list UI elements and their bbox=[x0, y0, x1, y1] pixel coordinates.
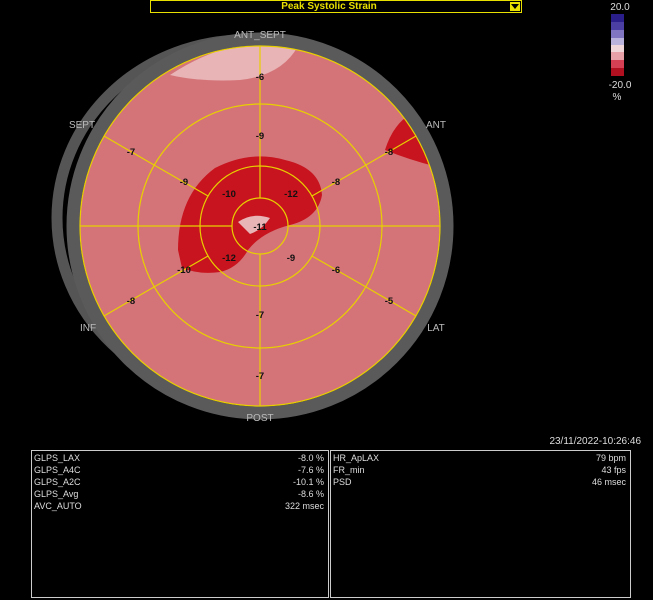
panel-row: AVC_AUTO 322 msec bbox=[32, 501, 328, 513]
segment-apex: -11 bbox=[253, 222, 267, 233]
segment-basal-ant: -8 bbox=[385, 147, 393, 158]
bullseye-plot: ANT_SEPT ANT SEPT INF LAT POST -6 -8 -5 … bbox=[51, 30, 454, 424]
direction-ant-sept: ANT_SEPT bbox=[234, 30, 286, 41]
row-label: FR_min bbox=[333, 465, 365, 475]
segment-basal-lat: -5 bbox=[385, 296, 394, 307]
row-label: GLPS_Avg bbox=[34, 489, 79, 499]
row-label: PSD bbox=[333, 477, 352, 487]
row-value: -8.0 % bbox=[297, 453, 324, 463]
segment-mid-inf: -10 bbox=[177, 265, 191, 276]
direction-inf: INF bbox=[80, 323, 96, 334]
segment-apical-ant: -12 bbox=[284, 189, 298, 200]
segment-basal-post: -7 bbox=[256, 371, 264, 382]
row-value: 43 fps bbox=[601, 465, 626, 475]
segment-mid-post: -7 bbox=[256, 310, 264, 321]
segment-mid-ant-sept: -9 bbox=[256, 131, 264, 142]
row-label: GLPS_A2C bbox=[34, 477, 81, 487]
segment-basal-sept: -7 bbox=[127, 147, 135, 158]
direction-lat: LAT bbox=[427, 323, 445, 334]
panel-row: GLPS_A4C -7.6 % bbox=[32, 465, 328, 477]
panel-row: PSD 46 msec bbox=[331, 477, 630, 489]
direction-sept: SEPT bbox=[69, 120, 95, 131]
segment-apical-lat: -9 bbox=[287, 253, 295, 264]
panel-row: GLPS_Avg -8.6 % bbox=[32, 489, 328, 501]
row-value: 322 msec bbox=[284, 501, 324, 511]
panel-row: GLPS_A2C -10.1 % bbox=[32, 477, 328, 489]
row-label: GLPS_LAX bbox=[34, 453, 81, 463]
direction-post: POST bbox=[246, 413, 273, 424]
panel-row: HR_ApLAX 79 bpm bbox=[331, 453, 630, 465]
segment-apical-sept: -10 bbox=[222, 189, 236, 200]
timestamp: 23/11/2022-10:26:46 bbox=[549, 436, 641, 447]
segment-basal-ant-sept: -6 bbox=[256, 72, 264, 83]
segment-basal-inf: -8 bbox=[127, 296, 135, 307]
panel-row: FR_min 43 fps bbox=[331, 465, 630, 477]
segment-mid-lat: -6 bbox=[332, 265, 340, 276]
acquisition-info-panel: HR_ApLAX 79 bpm FR_min 43 fps PSD 46 mse… bbox=[330, 450, 631, 598]
row-value: 79 bpm bbox=[595, 453, 626, 463]
global-strain-panel: GLPS_LAX -8.0 % GLPS_A4C -7.6 % GLPS_A2C… bbox=[31, 450, 329, 598]
segment-mid-ant: -8 bbox=[332, 177, 340, 188]
row-label: AVC_AUTO bbox=[34, 501, 82, 511]
segment-apical-inf: -12 bbox=[222, 253, 236, 264]
row-value: -10.1 % bbox=[292, 477, 324, 487]
row-label: HR_ApLAX bbox=[333, 453, 380, 463]
row-value: 46 msec bbox=[591, 477, 626, 487]
row-label: GLPS_A4C bbox=[34, 465, 81, 475]
direction-ant: ANT bbox=[426, 120, 446, 131]
panel-row: GLPS_LAX -8.0 % bbox=[32, 453, 328, 465]
row-value: -7.6 % bbox=[297, 465, 324, 475]
row-value: -8.6 % bbox=[297, 489, 324, 499]
segment-mid-sept: -9 bbox=[180, 177, 188, 188]
